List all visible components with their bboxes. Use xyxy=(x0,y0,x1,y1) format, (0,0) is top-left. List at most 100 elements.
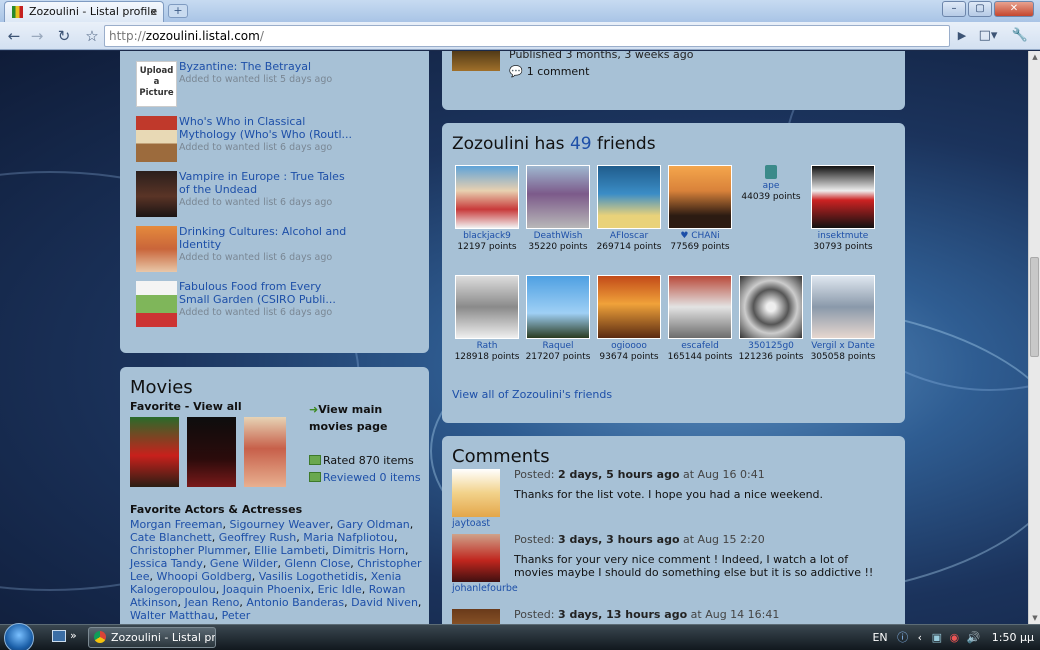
friend-card[interactable]: 350125g0 121236 points xyxy=(736,275,806,363)
friend-name[interactable]: ♥ CHANi xyxy=(665,231,735,242)
actor-link[interactable]: Christopher Plummer xyxy=(130,544,247,557)
friends-count[interactable]: 49 xyxy=(570,134,592,154)
actor-link[interactable]: Geoffrey Rush xyxy=(219,531,296,544)
actor-link[interactable]: Jessica Tandy xyxy=(130,557,203,570)
actor-link[interactable]: Gene Wilder xyxy=(210,557,278,570)
forward-arrow-icon[interactable]: → xyxy=(27,26,47,46)
post-comments[interactable]: 💬 1 comment xyxy=(509,65,589,78)
friend-name[interactable]: Rath xyxy=(452,341,522,352)
actor-link[interactable]: Vasilis Logothetidis xyxy=(259,570,364,583)
movie-poster-amelie[interactable] xyxy=(130,417,179,487)
friend-name[interactable]: escafeld xyxy=(665,341,735,352)
friend-name[interactable]: 350125g0 xyxy=(736,341,806,352)
actor-link[interactable]: Glenn Close xyxy=(284,557,350,570)
view-all-friends-link[interactable]: View all of Zozoulini's friends xyxy=(452,388,612,401)
wanted-item-title[interactable]: Drinking Cultures: Alcohol and Identity xyxy=(179,225,346,251)
scroll-up-arrow-icon[interactable]: ▲ xyxy=(1029,51,1040,63)
actor-link[interactable]: Walter Matthau xyxy=(130,609,215,622)
friend-card[interactable]: Rath 128918 points xyxy=(452,275,522,363)
volume-icon[interactable]: 🔊 xyxy=(967,631,981,644)
movie-poster-seven[interactable] xyxy=(187,417,236,487)
rated-count[interactable]: Rated 870 items xyxy=(309,452,424,469)
friend-avatar[interactable] xyxy=(739,275,803,339)
friend-avatar[interactable] xyxy=(811,275,875,339)
commenter-name[interactable]: johanlefourbe xyxy=(452,583,518,594)
friend-avatar[interactable] xyxy=(668,275,732,339)
actor-link[interactable]: Dimitris Horn xyxy=(332,544,405,557)
clock[interactable]: 1:50 μμ xyxy=(992,631,1034,644)
wanted-item-title[interactable]: Vampire in Europe : True Tales of the Un… xyxy=(179,170,345,196)
view-all-movies-link[interactable]: View all xyxy=(193,400,242,413)
bookmark-star-icon[interactable]: ☆ xyxy=(82,26,102,46)
tray-chevron-icon[interactable]: ‹ xyxy=(918,631,922,644)
friend-name[interactable]: insektmute xyxy=(808,231,878,242)
friend-card[interactable]: escafeld 165144 points xyxy=(665,275,735,363)
actor-link[interactable]: Jean Reno xyxy=(184,596,239,609)
quicklaunch-chevron[interactable]: » xyxy=(70,629,77,642)
actor-link[interactable]: Cate Blanchett xyxy=(130,531,212,544)
page-menu-icon[interactable]: □▾ xyxy=(978,26,998,46)
friend-avatar[interactable] xyxy=(455,165,519,229)
browser-tab[interactable]: Zozoulini - Listal profile x xyxy=(4,1,164,22)
actor-link[interactable]: Joaquin Phoenix xyxy=(223,583,311,596)
actor-link[interactable]: Gary Oldman xyxy=(337,518,410,531)
book-cover-image[interactable] xyxy=(136,226,177,272)
wrench-menu-icon[interactable]: 🔧 xyxy=(1010,26,1030,46)
commenter-avatar[interactable] xyxy=(452,469,500,517)
upload-picture-placeholder[interactable]: Upload a Picture xyxy=(136,61,177,107)
default-avatar-icon[interactable] xyxy=(765,165,777,179)
go-arrow-icon[interactable]: ▶ xyxy=(952,26,972,46)
actor-link[interactable]: Antonio Banderas xyxy=(246,596,344,609)
actor-link[interactable]: David Niven xyxy=(351,596,418,609)
friend-name[interactable]: Vergil x Dante xyxy=(808,341,878,352)
friend-card[interactable]: blackjack9 12197 points xyxy=(452,165,522,253)
commenter-avatar[interactable] xyxy=(452,609,500,624)
friend-avatar[interactable] xyxy=(526,165,590,229)
actor-link[interactable]: Eric Idle xyxy=(318,583,362,596)
book-cover-image[interactable] xyxy=(136,281,177,327)
actor-link[interactable]: Whoopi Goldberg xyxy=(156,570,251,583)
friend-avatar[interactable] xyxy=(597,275,661,339)
maximize-button[interactable]: ▢ xyxy=(968,1,992,17)
wanted-item-title[interactable]: Byzantine: The Betrayal xyxy=(179,60,311,73)
friend-avatar[interactable] xyxy=(455,275,519,339)
friend-card[interactable]: Vergil x Dante 305058 points xyxy=(808,275,878,363)
back-arrow-icon[interactable]: ← xyxy=(4,26,24,46)
friend-name[interactable]: ogioooo xyxy=(594,341,664,352)
friend-name[interactable]: DeathWish xyxy=(523,231,593,242)
friend-card[interactable]: ape 44039 points xyxy=(736,165,806,203)
wanted-item-title[interactable]: Who's Who in Classical Mythology (Who's … xyxy=(179,115,352,141)
friend-card[interactable]: insektmute 30793 points xyxy=(808,165,878,253)
start-button[interactable] xyxy=(4,623,34,650)
actor-link[interactable]: Sigourney Weaver xyxy=(230,518,330,531)
friend-avatar[interactable] xyxy=(668,165,732,229)
new-tab-button[interactable]: + xyxy=(168,4,188,18)
post-thumbnail[interactable] xyxy=(452,51,500,71)
scrollbar-thumb[interactable] xyxy=(1030,257,1039,357)
friend-name[interactable]: blackjack9 xyxy=(452,231,522,242)
friend-name[interactable]: AFIoscar xyxy=(594,231,664,242)
security-icon[interactable]: ◉ xyxy=(949,631,959,644)
friend-avatar[interactable] xyxy=(597,165,661,229)
book-cover-image[interactable] xyxy=(136,116,177,162)
friend-card[interactable]: Raquel 217207 points xyxy=(523,275,593,363)
actor-link[interactable]: Peter xyxy=(222,609,251,622)
address-bar[interactable]: http://zozoulini.listal.com/ xyxy=(104,25,950,47)
reviewed-count[interactable]: Reviewed 0 items xyxy=(309,469,424,486)
help-icon[interactable]: ⓘ xyxy=(897,631,908,644)
taskbar-chrome-window[interactable]: Zozoulini - Listal pr... xyxy=(88,627,216,648)
book-cover-image[interactable] xyxy=(136,171,177,217)
friend-card[interactable]: ogioooo 93674 points xyxy=(594,275,664,363)
friend-avatar[interactable] xyxy=(526,275,590,339)
close-window-button[interactable]: ✕ xyxy=(994,1,1034,17)
page-scrollbar[interactable]: ▲ ▼ xyxy=(1028,51,1040,624)
movie-poster[interactable] xyxy=(244,417,286,487)
friend-name[interactable]: Raquel xyxy=(523,341,593,352)
commenter-name[interactable]: jaytoast xyxy=(452,518,490,529)
show-desktop-icon[interactable] xyxy=(52,630,66,642)
minimize-button[interactable]: – xyxy=(942,1,966,17)
actor-link[interactable]: Morgan Freeman xyxy=(130,518,223,531)
friend-card[interactable]: ♥ CHANi 77569 points xyxy=(665,165,735,253)
actor-link[interactable]: Maria Nafplio­tou xyxy=(303,531,394,544)
friend-card[interactable]: AFIoscar 269714 points xyxy=(594,165,664,253)
